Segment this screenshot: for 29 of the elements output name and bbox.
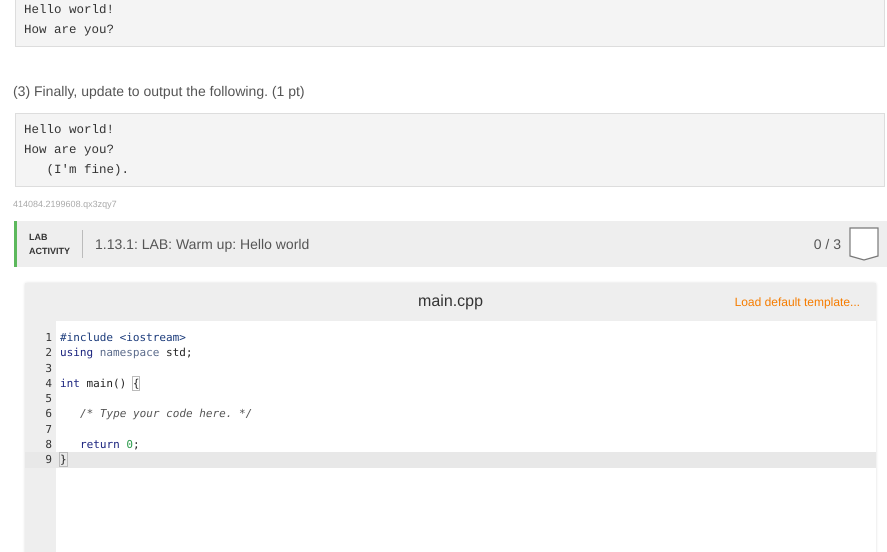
lab-label: LAB [29, 231, 48, 244]
activity-id: 414084.2199608.qx3zqy7 [13, 199, 118, 209]
lab-title: 1.13.1: LAB: Warm up: Hello world [95, 236, 310, 252]
code-text: /* Type your code here. */ [80, 406, 252, 422]
code-text: return 0; [80, 437, 140, 452]
instruction-text: (3) Finally, update to output the following. (1 pt) [13, 83, 306, 99]
line-number: 6 [44, 406, 53, 422]
output-line: Hello world! [24, 122, 116, 139]
code-text: } [60, 452, 67, 468]
score-text: 0 / 3 [814, 236, 841, 252]
line-number: 2 [44, 345, 53, 361]
line-number: 1 [44, 330, 53, 346]
lab-label: ACTIVITY [29, 245, 70, 258]
code-text: #include <iostream> [60, 330, 186, 346]
output-line: How are you? [24, 22, 116, 39]
file-name: main.cpp [418, 293, 483, 311]
line-number: 7 [44, 422, 53, 438]
output-line: How are you? [24, 142, 116, 159]
code-text: int main() { [60, 376, 140, 392]
line-number: 8 [44, 437, 53, 452]
output-line: Hello world! [24, 2, 116, 19]
line-number: 9 [44, 452, 53, 468]
line-number: 3 [44, 360, 53, 376]
line-number: 5 [44, 391, 53, 406]
load-template-link[interactable]: Load default template... [734, 295, 860, 309]
code-text: using namespace std; [60, 345, 192, 361]
badge-icon [849, 227, 879, 261]
line-number: 4 [44, 376, 53, 392]
output-line: (I'm fine). [46, 162, 130, 179]
